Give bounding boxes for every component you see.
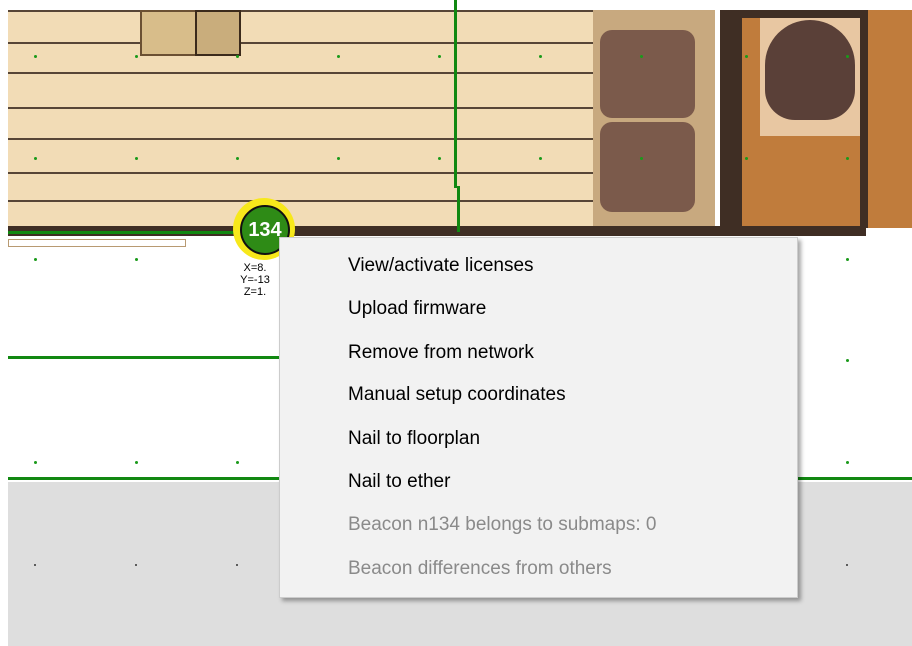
grid-point xyxy=(337,55,340,58)
wall xyxy=(742,10,865,18)
wall xyxy=(860,10,868,228)
grid-line-vertical xyxy=(457,186,460,232)
grid-point xyxy=(846,258,849,261)
floor-plank-line xyxy=(8,138,593,140)
grid-line-horizontal xyxy=(8,356,280,359)
grid-point xyxy=(236,461,239,464)
grid-point xyxy=(846,461,849,464)
wall xyxy=(720,10,742,228)
floor-plank-line xyxy=(8,72,593,74)
floor-plank-line xyxy=(8,42,593,44)
grid-point xyxy=(34,564,36,566)
grid-point xyxy=(236,157,239,160)
menu-item-beacon-differences: Beacon differences from others xyxy=(348,558,612,579)
grid-point xyxy=(34,258,37,261)
beacon-coord-x: X=8. xyxy=(243,262,267,274)
menu-item-view-licenses[interactable]: View/activate licenses xyxy=(348,255,534,277)
grid-point xyxy=(846,55,849,58)
grid-point xyxy=(438,55,441,58)
menu-item-manual-setup-coordinates[interactable]: Manual setup coordinates xyxy=(348,384,566,406)
grid-point xyxy=(135,157,138,160)
grid-point xyxy=(846,564,848,566)
grid-point xyxy=(539,157,542,160)
grid-point xyxy=(34,55,37,58)
grid-point xyxy=(640,157,643,160)
floor-plank-line xyxy=(8,172,593,174)
floor-plank-line xyxy=(8,200,593,202)
context-menu: View/activate licenses Upload firmware R… xyxy=(279,237,798,598)
furniture-cabinet xyxy=(195,10,241,56)
menu-item-nail-to-ether[interactable]: Nail to ether xyxy=(348,471,450,493)
armchair-seat xyxy=(765,20,855,120)
grid-line-vertical xyxy=(454,0,457,188)
grid-point xyxy=(236,564,238,566)
grid-line-horizontal xyxy=(8,231,238,234)
grid-point xyxy=(135,258,138,261)
window-frame xyxy=(8,239,186,247)
grid-point xyxy=(236,55,239,58)
grid-point xyxy=(539,55,542,58)
floor-plank-line xyxy=(8,10,593,12)
grid-point xyxy=(745,157,748,160)
grid-point xyxy=(846,157,849,160)
menu-item-upload-firmware[interactable]: Upload firmware xyxy=(348,298,486,320)
menu-item-nail-to-floorplan[interactable]: Nail to floorplan xyxy=(348,428,480,450)
grid-point xyxy=(135,55,138,58)
grid-point xyxy=(438,157,441,160)
grid-point xyxy=(337,157,340,160)
grid-point xyxy=(135,564,137,566)
floor-plank-line xyxy=(8,107,593,109)
beacon-coord-z: Z=1. xyxy=(243,286,267,298)
grid-point xyxy=(34,461,37,464)
grid-point xyxy=(846,359,849,362)
grid-point xyxy=(135,461,138,464)
beacon-coord-y: Y=-13 xyxy=(240,274,270,286)
furniture-cabinet xyxy=(140,10,199,56)
room-floor-right xyxy=(868,10,912,228)
menu-item-remove-from-network[interactable]: Remove from network xyxy=(348,342,534,364)
grid-point xyxy=(640,55,643,58)
beacon-coordinates: X=8. Y=-13 Z=1. xyxy=(225,262,285,298)
grid-point xyxy=(34,157,37,160)
sofa-cushion xyxy=(600,30,695,118)
sofa-cushion xyxy=(600,122,695,212)
menu-item-submaps-info: Beacon n134 belongs to submaps: 0 xyxy=(348,514,657,535)
grid-point xyxy=(745,55,748,58)
